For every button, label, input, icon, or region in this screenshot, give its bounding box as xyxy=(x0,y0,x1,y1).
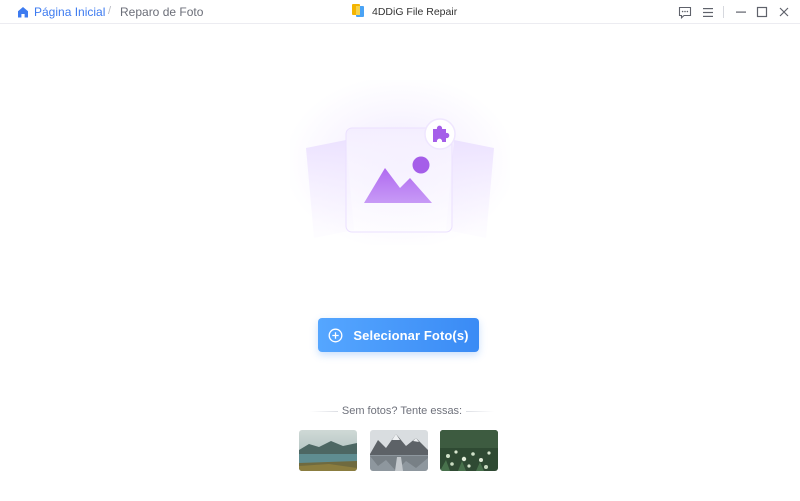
close-button[interactable] xyxy=(776,4,792,20)
maximize-button[interactable] xyxy=(754,4,770,20)
menu-icon xyxy=(703,7,713,17)
home-icon[interactable] xyxy=(16,5,30,19)
titlebar-divider xyxy=(723,6,724,18)
breadcrumb-home-link[interactable]: Página Inicial xyxy=(34,5,105,19)
feedback-icon xyxy=(678,6,692,19)
photo-placeholder-icon xyxy=(306,118,494,238)
close-icon xyxy=(779,7,789,17)
mountain-sample-thumbnail[interactable] xyxy=(370,430,428,471)
menu-button[interactable] xyxy=(700,4,716,20)
maximize-icon xyxy=(756,6,768,18)
samples-heading-row: Sem fotos? Tente essas: xyxy=(310,405,494,419)
minimize-icon xyxy=(736,11,746,13)
breadcrumb-separator: / xyxy=(108,5,112,17)
lake-sample-thumbnail[interactable] xyxy=(299,430,357,471)
app-title: 4DDiG File Repair xyxy=(372,6,458,18)
select-photos-label: Selecionar Foto(s) xyxy=(353,327,469,343)
samples-divider-right xyxy=(466,411,494,412)
minimize-button[interactable] xyxy=(733,4,749,20)
feedback-button[interactable] xyxy=(677,4,693,20)
add-circle-icon xyxy=(328,328,343,342)
app-logo-icon xyxy=(352,4,364,17)
breadcrumb-current-page: Reparo de Foto xyxy=(120,5,204,19)
title-bar: Página Inicial / Reparo de Foto 4DDiG Fi… xyxy=(0,0,800,24)
select-photos-button[interactable]: Selecionar Foto(s) xyxy=(318,318,479,352)
meadow-sample-thumbnail[interactable] xyxy=(440,430,498,471)
